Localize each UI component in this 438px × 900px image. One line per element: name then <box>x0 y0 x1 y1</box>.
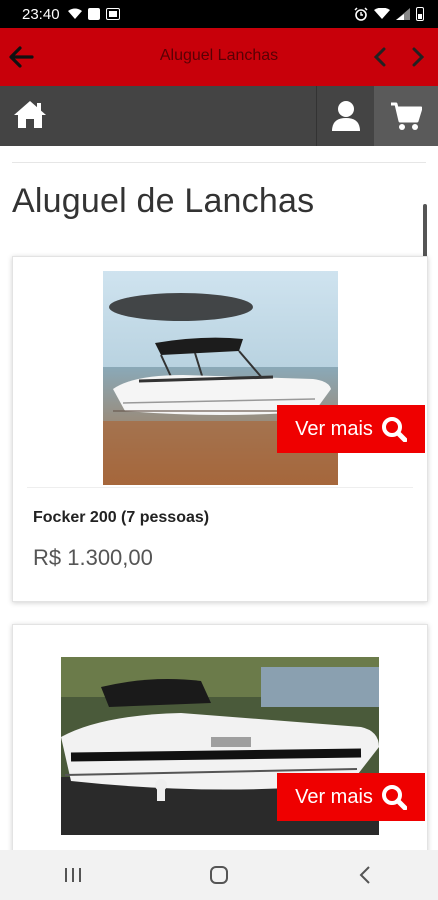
home-button[interactable] <box>12 98 50 134</box>
back-nav-button[interactable] <box>325 850 405 900</box>
back-icon <box>359 866 370 884</box>
status-time: 23:40 <box>22 5 60 23</box>
app-bar: Aluguel Lanchas <box>0 28 438 86</box>
recent-apps-icon <box>65 868 81 882</box>
home-icon <box>14 101 46 128</box>
ver-mais-label: Ver mais <box>295 417 373 440</box>
chevron-right-icon <box>412 47 425 67</box>
wifi-icon <box>67 8 82 19</box>
product-name[interactable]: Focker 200 (7 pessoas) <box>33 509 209 527</box>
page-content[interactable]: Aluguel de Lanchas Ver mais Focker 200 (… <box>0 146 438 850</box>
next-button[interactable] <box>400 28 436 86</box>
alarm-icon <box>354 7 368 21</box>
status-notification-icons <box>67 8 120 20</box>
divider <box>12 162 426 163</box>
toolbar <box>0 86 438 146</box>
status-bar: 23:40 <box>0 0 438 28</box>
ver-mais-button[interactable]: Ver mais <box>277 405 425 453</box>
status-system-icons <box>354 0 424 28</box>
recent-apps-button[interactable] <box>33 850 113 900</box>
account-button[interactable] <box>318 86 374 146</box>
notification-square-icon <box>87 8 100 20</box>
photo-icon <box>105 8 120 20</box>
search-icon <box>381 785 407 810</box>
chevron-left-icon <box>373 47 386 67</box>
product-card[interactable]: Ver mais <box>12 624 428 850</box>
product-price: R$ 1.300,00 <box>33 545 153 570</box>
home-nav-button[interactable] <box>179 850 259 900</box>
user-icon <box>332 101 360 131</box>
system-navigation-bar <box>0 850 438 900</box>
cell-signal-icon <box>396 8 410 20</box>
battery-icon <box>416 7 424 21</box>
previous-button[interactable] <box>362 28 398 86</box>
ver-mais-button[interactable]: Ver mais <box>277 773 425 821</box>
search-icon <box>381 417 407 442</box>
product-card[interactable]: Ver mais Focker 200 (7 pessoas) R$ 1.300… <box>12 256 428 602</box>
home-circle-icon <box>210 866 228 884</box>
card-divider <box>27 487 413 488</box>
cart-icon <box>391 102 422 130</box>
page-title: Aluguel de Lanchas <box>12 182 315 220</box>
cart-button[interactable] <box>374 86 438 146</box>
ver-mais-label: Ver mais <box>295 785 373 808</box>
wifi-signal-icon <box>374 8 390 19</box>
toolbar-divider <box>316 86 317 146</box>
